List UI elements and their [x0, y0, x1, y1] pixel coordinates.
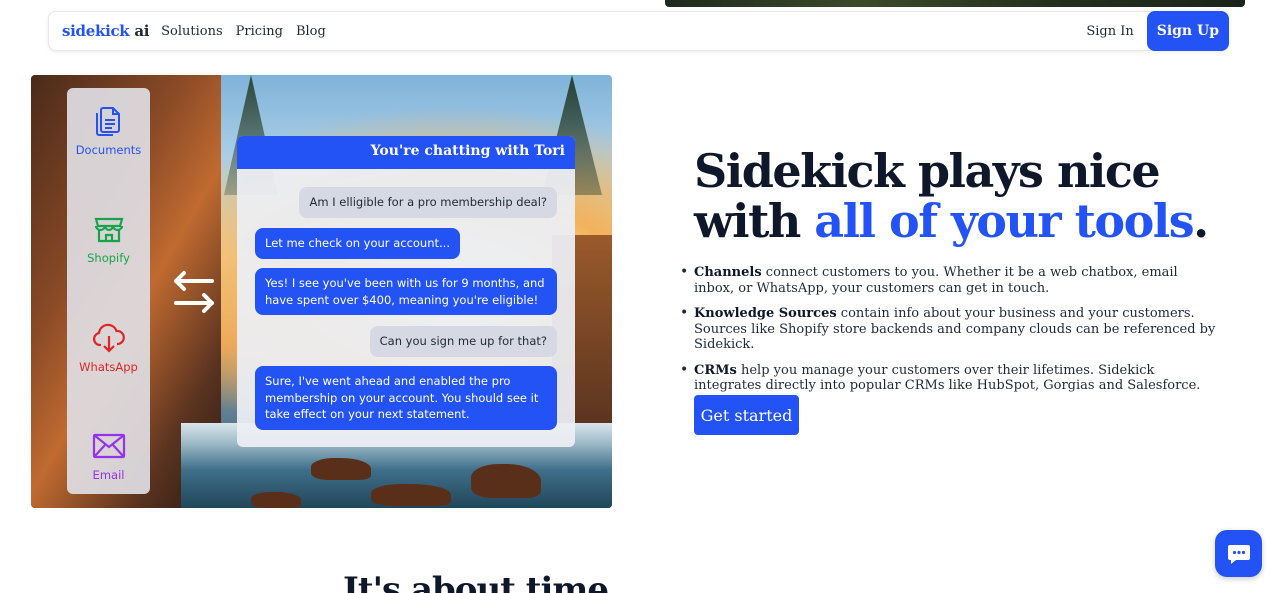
headline-accent: all of your tools [814, 194, 1194, 248]
chat-messages: Am I elligible for a pro membership deal… [237, 169, 575, 447]
sign-in-link[interactable]: Sign In [1086, 24, 1133, 39]
nav-link-solutions[interactable]: Solutions [161, 24, 223, 39]
chat-message-bot: Let me check on your account... [255, 228, 460, 259]
feature-text: help you manage your customers over thei… [694, 362, 1201, 394]
rail-item-documents[interactable]: Documents [75, 103, 142, 157]
next-section-heading: It's about time [343, 570, 609, 593]
rail-item-whatsapp[interactable]: WhatsApp [79, 320, 138, 374]
chat-message-bot: Yes! I see you've been with us for 9 mon… [255, 268, 557, 316]
feature-text: connect customers to you. Whether it be … [694, 265, 1178, 296]
chat-header: You're chatting with Tori [237, 136, 575, 169]
hero-illustration: Documents Shopify WhatsApp Email You're … [31, 75, 612, 508]
navbar: sidekick ai Solutions Pricing Blog Sign … [48, 10, 1229, 51]
headline-with: with [694, 194, 815, 248]
chat-header-prefix: You're chatting with [370, 143, 535, 159]
cloud-download-icon [92, 323, 125, 353]
hero-headline: Sidekick plays nice with all of your tool… [694, 146, 1234, 246]
chat-message-user: Am I elligible for a pro membership deal… [299, 187, 557, 218]
headline-period: . [1193, 194, 1209, 248]
feature-item-crms: CRMs help you manage your customers over… [680, 363, 1220, 394]
logo-text: sidekick [62, 22, 130, 40]
nav-link-pricing[interactable]: Pricing [236, 24, 283, 39]
rail-label-email: Email [92, 467, 125, 482]
rock [311, 458, 371, 480]
chat-message-bot: Sure, I've went ahead and enabled the pr… [255, 366, 557, 431]
nav-actions: Sign In Sign Up [1086, 10, 1229, 51]
get-started-button[interactable]: Get started [694, 395, 799, 435]
rail-item-shopify[interactable]: Shopify [87, 211, 130, 265]
rail-label-whatsapp: WhatsApp [79, 359, 138, 374]
headline-line1: Sidekick plays nice [694, 144, 1161, 198]
feature-term: CRMs [694, 362, 737, 378]
rock [471, 464, 541, 498]
feature-list: Channels connect customers to you. Wheth… [680, 265, 1220, 404]
rail-item-email[interactable]: Email [91, 428, 127, 482]
chat-launcher-button[interactable] [1215, 530, 1262, 577]
logo-suffix: ai [129, 22, 150, 40]
header-image-strip [665, 0, 1245, 7]
channel-icon-rail: Documents Shopify WhatsApp Email [67, 88, 150, 494]
nav-links: Solutions Pricing Blog [161, 24, 326, 39]
chat-widget-preview: You're chatting with Tori Am I elligible… [237, 136, 575, 447]
chat-agent-name: Tori [534, 143, 565, 159]
shop-icon [94, 218, 123, 243]
logo[interactable]: sidekick ai [62, 22, 149, 40]
chat-bubble-icon [1227, 544, 1250, 564]
feature-item-knowledge-sources: Knowledge Sources contain info about you… [680, 306, 1220, 353]
feature-term: Knowledge Sources [694, 306, 837, 321]
sign-up-button[interactable]: Sign Up [1146, 10, 1229, 51]
feature-term: Channels [694, 265, 762, 280]
nav-link-blog[interactable]: Blog [296, 24, 326, 39]
rock [251, 492, 301, 508]
rail-label-shopify: Shopify [87, 251, 130, 266]
chat-message-user: Can you sign me up for that? [369, 326, 557, 357]
rock [371, 484, 451, 506]
documents-icon [96, 107, 121, 136]
feature-item-channels: Channels connect customers to you. Wheth… [680, 265, 1220, 296]
envelope-icon [92, 433, 125, 459]
rail-label-documents: Documents [75, 143, 142, 157]
exchange-arrows-icon [174, 271, 214, 313]
